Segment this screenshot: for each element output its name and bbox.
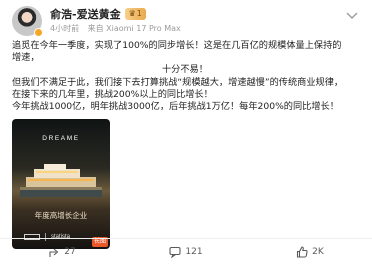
weibo-post: 俞浩-爱送黄金 ♛ 1 4小时前 来自 Xiaomi 17 Pro Max 追觅…	[0, 0, 372, 264]
content-fragment: 增速，	[12, 52, 40, 64]
author-row: 俞浩-爱送黄金 ♛ 1	[50, 7, 146, 21]
like-count: 2K	[312, 246, 324, 257]
post-header: 俞浩-爱送黄金 ♛ 1 4小时前 来自 Xiaomi 17 Pro Max	[12, 4, 360, 38]
post-image[interactable]: DREAME 年度高增长企业 statista 长图	[12, 119, 110, 250]
comment-button[interactable]: 121	[124, 239, 248, 264]
share-button[interactable]: 27	[0, 239, 124, 264]
level-badge: ♛ 1	[124, 8, 146, 20]
chevron-down-icon	[346, 12, 358, 19]
card-title: 年度高增长企业	[34, 211, 88, 221]
thumbs-up-icon	[297, 245, 308, 258]
action-bar: 27 121 2K	[0, 239, 372, 264]
card-brand: DREAME	[42, 135, 80, 143]
crown-icon: ♛	[128, 9, 136, 18]
content-line: 十分不易！	[162, 64, 208, 76]
content-line: 在接下来的几年里，挑战200%以上的同比增长！	[12, 88, 213, 100]
share-count: 27	[64, 246, 76, 257]
share-icon	[49, 248, 59, 257]
comment-icon	[169, 246, 181, 258]
content-line: 今年挑战1000亿，明年挑战3000亿，后年挑战1万亿！每年200%的同比增长！	[12, 101, 339, 113]
building-illustration	[20, 164, 102, 198]
more-options-button[interactable]	[344, 10, 360, 22]
comment-count: 121	[185, 246, 203, 257]
content-line: 增速，	[12, 52, 360, 64]
verified-badge-icon	[34, 28, 43, 37]
post-meta: 4小时前 来自 Xiaomi 17 Pro Max	[50, 23, 181, 34]
post-source: 来自 Xiaomi 17 Pro Max	[87, 24, 181, 33]
author-name[interactable]: 俞浩-爱送黄金	[50, 6, 121, 22]
like-button[interactable]: 2K	[248, 239, 372, 264]
content-line: 但我们不满足于此，我们接下去打算挑战“规模越大，增速越慢”的传统商业规律，	[12, 76, 344, 88]
content-line: 追觅在今年一季度，实现了100%的同步增长！这是在几百亿的规模体量上保持的	[12, 40, 342, 51]
level-badge-value: 1	[136, 9, 142, 18]
post-time: 4小时前	[50, 24, 80, 33]
post-content: 追觅在今年一季度，实现了100%的同步增长！这是在几百亿的规模体量上保持的 增速…	[12, 40, 360, 113]
